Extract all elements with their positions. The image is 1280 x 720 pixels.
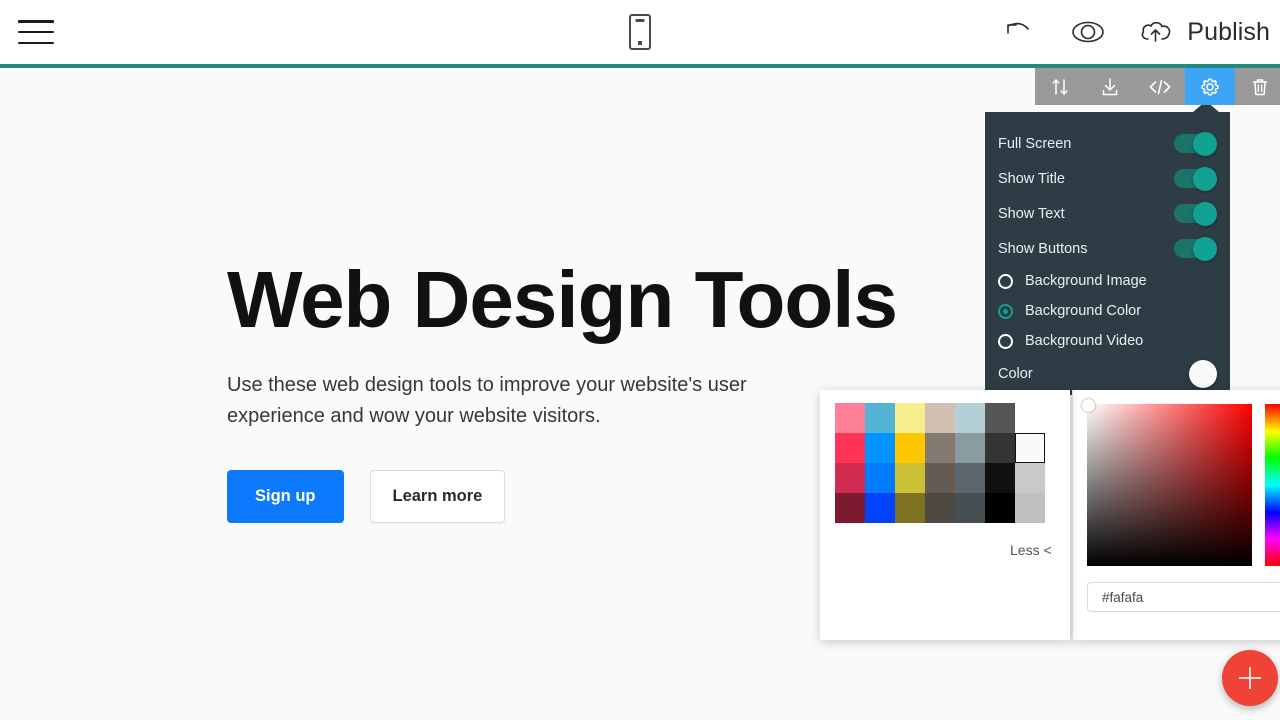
- gear-icon[interactable]: [1185, 68, 1235, 105]
- sign-up-button[interactable]: Sign up: [227, 470, 344, 523]
- toggle-show-buttons[interactable]: [1174, 236, 1217, 261]
- hue-slider[interactable]: [1265, 404, 1280, 566]
- page-title: Web Design Tools: [227, 255, 898, 344]
- color-swatch[interactable]: [835, 463, 865, 493]
- trash-icon[interactable]: [1235, 68, 1280, 105]
- code-icon[interactable]: [1135, 68, 1185, 105]
- eye-preview-icon[interactable]: [1066, 17, 1110, 47]
- color-swatch[interactable]: [865, 463, 895, 493]
- toggle-show-title[interactable]: [1174, 166, 1217, 191]
- color-swatch[interactable]: [955, 463, 985, 493]
- color-swatch[interactable]: [835, 493, 865, 523]
- setting-label: Show Buttons: [998, 240, 1088, 257]
- section-toolbar: [1035, 68, 1280, 105]
- learn-more-button[interactable]: Learn more: [369, 470, 506, 523]
- color-swatch[interactable]: [955, 493, 985, 523]
- color-swatch[interactable]: [835, 403, 865, 433]
- color-swatch[interactable]: [985, 403, 1015, 433]
- color-swatch[interactable]: [1015, 493, 1045, 523]
- color-swatch[interactable]: [895, 403, 925, 433]
- setting-row-full-screen: Full Screen: [985, 126, 1230, 161]
- color-swatch[interactable]: [865, 493, 895, 523]
- topbar-right-group: Publish: [1000, 17, 1280, 47]
- radio-background-image[interactable]: [998, 273, 1013, 289]
- setting-row-show-text: Show Text: [985, 196, 1230, 231]
- section-settings-panel: Full Screen Show Title Show Text Show Bu…: [985, 101, 1230, 395]
- color-swatch[interactable]: [925, 433, 955, 463]
- sv-handle[interactable]: [1082, 399, 1095, 412]
- publish-label: Publish: [1187, 17, 1270, 46]
- publish-button[interactable]: Publish: [1138, 17, 1270, 47]
- color-swatch[interactable]: [865, 403, 895, 433]
- radio-row-background-video[interactable]: Background Video: [985, 326, 1230, 356]
- color-swatch[interactable]: [1015, 433, 1045, 463]
- color-swatch[interactable]: [925, 493, 955, 523]
- radio-label: Background Color: [1025, 303, 1142, 319]
- setting-row-show-buttons: Show Buttons: [985, 231, 1230, 266]
- color-swatch[interactable]: [1015, 463, 1045, 493]
- undo-icon[interactable]: [1000, 17, 1038, 47]
- less-toggle-link[interactable]: Less <: [1010, 542, 1052, 558]
- color-picker-popup: #fafafa: [1072, 390, 1280, 640]
- color-swatch-button[interactable]: [1189, 360, 1217, 388]
- hex-input[interactable]: #fafafa: [1087, 582, 1280, 612]
- setting-label: Show Title: [998, 170, 1065, 187]
- add-block-button[interactable]: [1222, 650, 1278, 706]
- move-section-icon[interactable]: [1035, 68, 1085, 105]
- setting-label: Full Screen: [998, 135, 1072, 152]
- color-swatch[interactable]: [895, 493, 925, 523]
- color-swatch[interactable]: [925, 403, 955, 433]
- color-swatch[interactable]: [985, 463, 1015, 493]
- radio-background-color[interactable]: [998, 303, 1013, 319]
- radio-row-background-image[interactable]: Background Image: [985, 266, 1230, 296]
- plus-icon: [1238, 666, 1262, 690]
- saturation-value-area[interactable]: [1082, 399, 1252, 566]
- radio-background-video[interactable]: [998, 333, 1013, 349]
- top-toolbar: Publish: [0, 0, 1280, 64]
- color-swatch[interactable]: [985, 433, 1015, 463]
- color-swatch[interactable]: [955, 433, 985, 463]
- color-swatch[interactable]: [895, 433, 925, 463]
- color-swatch-grid: [835, 403, 1045, 523]
- setting-label: Show Text: [998, 205, 1065, 222]
- cloud-upload-icon: [1138, 17, 1178, 47]
- topbar-center-group: [280, 14, 1000, 50]
- radio-label: Background Video: [1025, 333, 1144, 349]
- hamburger-menu-icon[interactable]: [18, 20, 54, 44]
- radio-label: Background Image: [1025, 273, 1147, 289]
- app-root: Web Design Tools Use these web design to…: [0, 0, 1280, 720]
- hero-description: Use these web design tools to improve yo…: [227, 374, 747, 427]
- topbar-left-group: [0, 20, 280, 44]
- color-swatch[interactable]: [895, 463, 925, 493]
- toggle-full-screen[interactable]: [1174, 131, 1217, 156]
- color-swatch-popup: [820, 390, 1070, 640]
- color-swatch[interactable]: [925, 463, 955, 493]
- download-icon[interactable]: [1085, 68, 1135, 105]
- color-label: Color: [998, 366, 1033, 382]
- color-swatch[interactable]: [835, 433, 865, 463]
- color-row: Color: [985, 356, 1230, 392]
- mobile-preview-icon[interactable]: [629, 14, 652, 50]
- color-swatch[interactable]: [985, 493, 1015, 523]
- toggle-show-text[interactable]: [1174, 201, 1217, 226]
- setting-row-show-title: Show Title: [985, 161, 1230, 196]
- color-swatch[interactable]: [865, 433, 895, 463]
- color-swatch[interactable]: [1015, 403, 1045, 433]
- radio-row-background-color[interactable]: Background Color: [985, 296, 1230, 326]
- color-swatch[interactable]: [955, 403, 985, 433]
